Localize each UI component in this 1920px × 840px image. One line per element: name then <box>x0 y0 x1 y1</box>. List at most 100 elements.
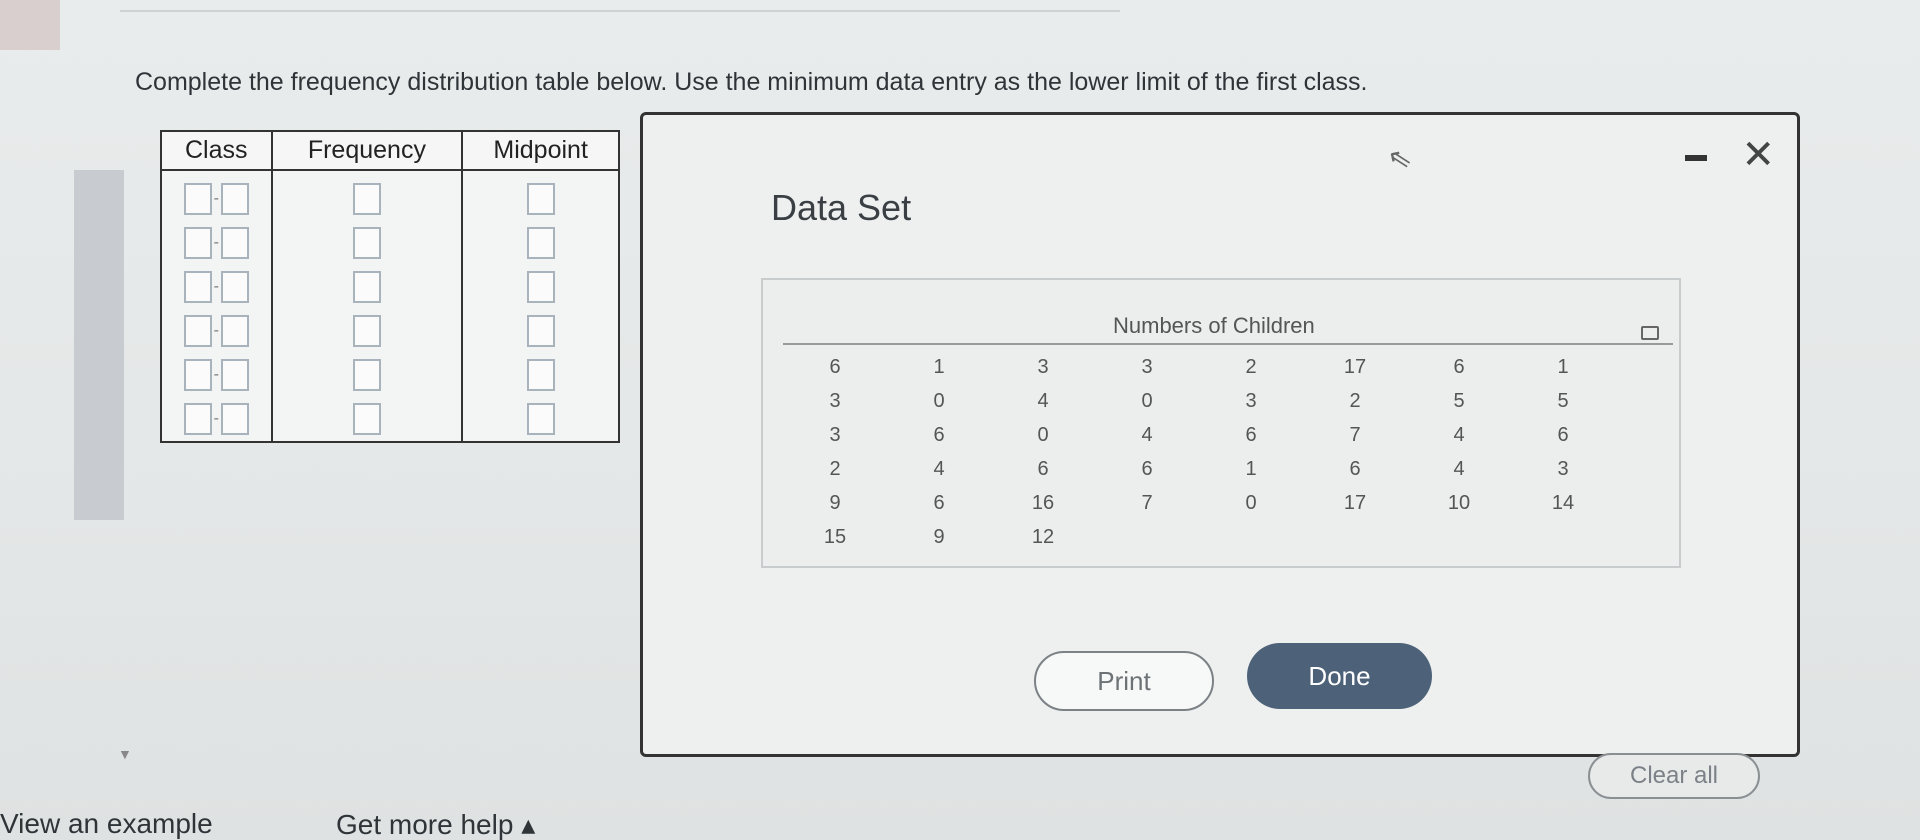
midpoint-header: Midpoint <box>461 130 620 171</box>
data-value: 6 <box>1141 457 1153 480</box>
data-value: 6 <box>1349 457 1361 480</box>
data-value: 3 <box>1245 389 1257 412</box>
data-value: 3 <box>829 423 841 446</box>
data-value: 4 <box>1037 389 1049 412</box>
dialog-title: Data Set <box>771 187 912 228</box>
data-panel: Numbers of Children 6 1 3 3 2 17 6 1 3 0 4 0 3 2 5 5 3 6 0… <box>761 278 1681 568</box>
data-value: 6 <box>1557 423 1569 446</box>
down-arrow-icon: ▼ <box>118 746 132 762</box>
midpoint-input[interactable] <box>526 227 555 259</box>
data-value: 0 <box>1245 491 1257 514</box>
side-scroll-bar <box>74 170 124 520</box>
frequency-input[interactable] <box>352 227 381 259</box>
class-dash: - <box>213 190 219 207</box>
data-value: 7 <box>1141 491 1153 514</box>
data-row: 15 9 12 <box>783 520 1673 554</box>
data-value: 12 <box>1031 525 1055 548</box>
data-value: 15 <box>823 525 847 548</box>
data-value: 10 <box>1447 491 1471 514</box>
data-row: 6 1 3 3 2 17 6 1 <box>783 350 1673 384</box>
data-value: 1 <box>1557 355 1569 378</box>
data-row: 9 6 16 7 0 17 10 14 <box>783 486 1673 520</box>
class-lower-limit-input[interactable] <box>183 227 212 259</box>
frequency-distribution-table: Class Frequency Midpoint - - - - - - <box>160 130 620 443</box>
data-divider <box>783 343 1673 345</box>
class-header: Class <box>160 130 273 171</box>
close-button[interactable]: ✕ <box>1741 135 1775 175</box>
frequency-input[interactable] <box>352 403 381 435</box>
clear-all-button[interactable]: Clear all <box>1588 753 1760 799</box>
class-lower-limit-input[interactable] <box>183 359 212 391</box>
frequency-header: Frequency <box>270 130 464 171</box>
class-upper-limit-input[interactable] <box>220 183 249 215</box>
data-value: 6 <box>1245 423 1257 446</box>
data-value: 3 <box>829 389 841 412</box>
frequency-input[interactable] <box>352 271 381 303</box>
data-value: 1 <box>1245 457 1257 480</box>
data-value: 0 <box>933 389 945 412</box>
class-dash: - <box>213 410 219 427</box>
data-value: 6 <box>1037 457 1049 480</box>
class-lower-limit-input[interactable] <box>183 271 212 303</box>
class-upper-limit-input[interactable] <box>220 315 249 347</box>
midpoint-column <box>461 170 620 443</box>
class-lower-limit-input[interactable] <box>183 183 212 215</box>
data-value: 4 <box>1453 423 1465 446</box>
data-value: 9 <box>933 525 945 548</box>
data-value: 5 <box>1557 389 1569 412</box>
data-value: 4 <box>933 457 945 480</box>
data-row: 3 6 0 4 6 7 4 6 <box>783 418 1673 452</box>
top-divider <box>120 10 1120 12</box>
data-value: 2 <box>1349 389 1361 412</box>
copy-icon[interactable] <box>1641 326 1659 340</box>
view-example-link[interactable]: View an example <box>0 808 213 840</box>
data-value: 7 <box>1349 423 1361 446</box>
frequency-input[interactable] <box>352 183 381 215</box>
data-value: 16 <box>1031 491 1055 514</box>
data-value: 4 <box>1141 423 1153 446</box>
minimize-button[interactable] <box>1685 155 1707 161</box>
corner-shadow <box>0 0 60 50</box>
data-value: 6 <box>829 355 841 378</box>
data-value: 14 <box>1551 491 1575 514</box>
data-value: 0 <box>1037 423 1049 446</box>
print-button[interactable]: Print <box>1034 651 1214 711</box>
data-value: 0 <box>1141 389 1153 412</box>
data-value: 17 <box>1343 491 1367 514</box>
class-lower-limit-input[interactable] <box>183 315 212 347</box>
data-value: 6 <box>1453 355 1465 378</box>
frequency-input[interactable] <box>352 315 381 347</box>
data-value: 17 <box>1343 355 1367 378</box>
data-value: 3 <box>1037 355 1049 378</box>
midpoint-input[interactable] <box>526 271 555 303</box>
frequency-column <box>270 170 464 443</box>
midpoint-input[interactable] <box>526 359 555 391</box>
done-button[interactable]: Done <box>1247 643 1432 709</box>
data-value: 5 <box>1453 389 1465 412</box>
midpoint-input[interactable] <box>526 315 555 347</box>
class-lower-limit-input[interactable] <box>183 403 212 435</box>
data-value: 4 <box>1453 457 1465 480</box>
class-dash: - <box>213 322 219 339</box>
class-upper-limit-input[interactable] <box>220 271 249 303</box>
data-value: 3 <box>1557 457 1569 480</box>
data-grid: 6 1 3 3 2 17 6 1 3 0 4 0 3 2 5 5 3 6 0 4 6 7 4 6 2 4 6 6 1 6 4 3 9 6 16 7 0 1… <box>783 350 1673 554</box>
question-instruction: Complete the frequency distribution tabl… <box>135 68 1368 96</box>
data-value: 1 <box>933 355 945 378</box>
class-dash: - <box>213 278 219 295</box>
midpoint-input[interactable] <box>526 183 555 215</box>
class-limit-pair: - <box>183 359 249 391</box>
class-dash: - <box>213 234 219 251</box>
class-column: - - - - - - <box>160 170 273 443</box>
data-row: 2 4 6 6 1 6 4 3 <box>783 452 1673 486</box>
class-upper-limit-input[interactable] <box>220 403 249 435</box>
midpoint-input[interactable] <box>526 403 555 435</box>
frequency-input[interactable] <box>352 359 381 391</box>
get-more-help-link[interactable]: Get more help ▴ <box>336 808 535 840</box>
data-value: 3 <box>1141 355 1153 378</box>
class-upper-limit-input[interactable] <box>220 359 249 391</box>
class-limit-pair: - <box>183 227 249 259</box>
class-upper-limit-input[interactable] <box>220 227 249 259</box>
class-limit-pair: - <box>183 315 249 347</box>
data-row: 3 0 4 0 3 2 5 5 <box>783 384 1673 418</box>
